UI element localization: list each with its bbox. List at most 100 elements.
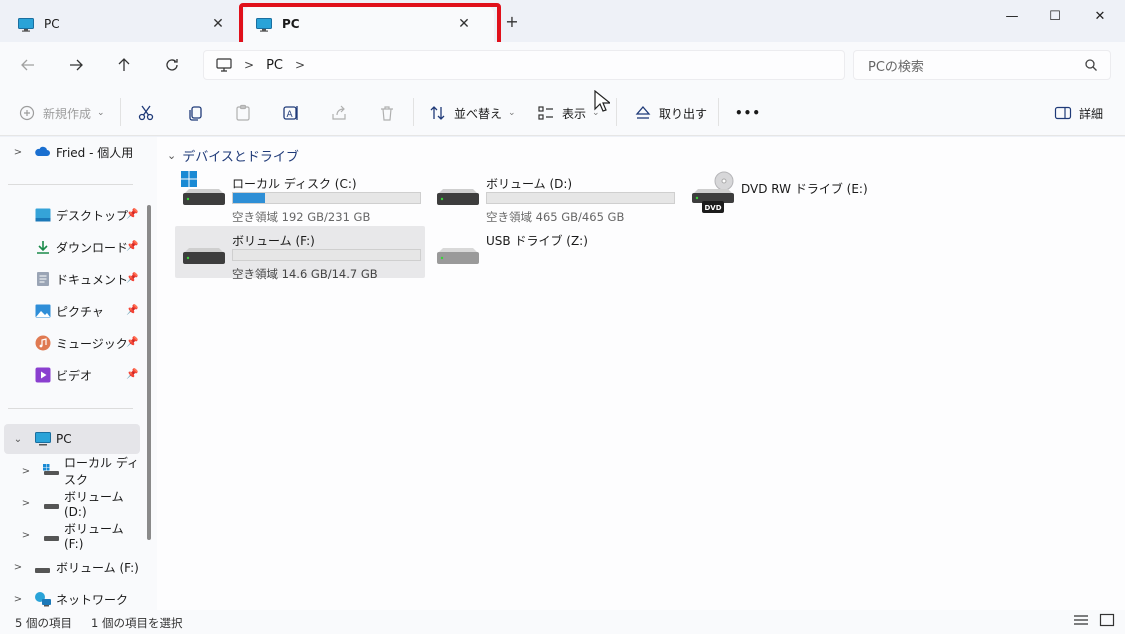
pin-icon[interactable]: 📌 — [126, 209, 138, 221]
desktop-icon — [35, 208, 51, 222]
forward-button[interactable] — [63, 52, 89, 78]
address-bar[interactable]: > PC > — [203, 50, 845, 80]
eject-button[interactable]: 取り出す — [634, 100, 707, 126]
search-input[interactable]: PCの検索 — [853, 50, 1111, 80]
chevron-right-icon[interactable]: > — [20, 466, 32, 477]
trash-icon — [378, 104, 396, 122]
chevron-right-icon[interactable]: > — [295, 58, 305, 72]
drive-c[interactable]: ローカル ディスク (C:) 空き領域 192 GB/231 GB — [175, 169, 425, 224]
close-icon[interactable]: ✕ — [456, 16, 472, 32]
refresh-button[interactable] — [159, 52, 185, 78]
copy-button[interactable] — [186, 100, 211, 126]
navigation-pane: > Fried - 個人用 デスクトップ 📌 ダウンロード 📌 ドキュメント 📌… — [0, 137, 157, 610]
usage-fill — [233, 193, 265, 203]
drive-e-dvd[interactable]: DVD DVD RW ドライブ (E:) — [684, 169, 884, 221]
tab-pc-1[interactable]: PC ✕ — [6, 6, 240, 42]
view-list-icon — [537, 104, 555, 122]
minimize-button[interactable]: — — [989, 2, 1035, 30]
pin-icon[interactable]: 📌 — [126, 241, 138, 253]
arrow-up-icon — [118, 58, 130, 71]
sidebar-item-desktop[interactable]: デスクトップ 📌 — [0, 200, 145, 230]
drive-f[interactable]: ボリューム (F:) 空き領域 14.6 GB/14.7 GB — [175, 226, 425, 281]
details-view-toggle[interactable] — [1073, 613, 1089, 630]
chevron-down-icon: ⌄ — [508, 108, 516, 118]
network-icon — [34, 591, 51, 607]
drive-d[interactable]: ボリューム (D:) 空き領域 465 GB/465 GB — [429, 169, 679, 224]
music-icon — [35, 335, 51, 351]
sidebar-item-documents[interactable]: ドキュメント 📌 — [0, 264, 145, 294]
divider — [413, 98, 414, 126]
new-button[interactable]: 新規作成 ⌄ — [18, 100, 105, 126]
cloud-icon — [34, 145, 50, 159]
new-tab-button[interactable]: + — [503, 13, 521, 31]
tab-pc-2[interactable]: PC ✕ — [244, 6, 494, 42]
chevron-right-icon[interactable]: > — [244, 58, 254, 72]
dvd-drive-icon: DVD — [690, 171, 734, 217]
sidebar-item-volume-f[interactable]: > ボリューム (F:) — [0, 520, 145, 551]
sidebar-item-downloads[interactable]: ダウンロード 📌 — [0, 232, 145, 262]
search-icon — [1085, 59, 1097, 71]
paste-button[interactable] — [234, 100, 259, 126]
computer-icon — [256, 17, 272, 32]
close-icon[interactable]: ✕ — [210, 16, 226, 32]
close-window-button[interactable]: ✕ — [1077, 2, 1123, 30]
video-icon — [35, 367, 51, 383]
chevron-right-icon[interactable]: > — [12, 147, 24, 158]
status-bar: 5 個の項目 1 個の項目を選択 — [0, 610, 1125, 634]
breadcrumb-pc[interactable]: PC — [266, 58, 283, 73]
sidebar-scrollbar[interactable] — [147, 205, 151, 540]
cut-button[interactable] — [137, 100, 162, 126]
chevron-right-icon[interactable]: > — [20, 530, 32, 541]
sidebar-item-onedrive[interactable]: > Fried - 個人用 — [0, 137, 145, 167]
up-button[interactable] — [111, 52, 137, 78]
pin-icon[interactable]: 📌 — [126, 273, 138, 285]
drive-z-usb[interactable]: USB ドライブ (Z:) — [429, 226, 679, 278]
drive-icon — [44, 531, 60, 545]
sidebar-item-pictures[interactable]: ピクチャ 📌 — [0, 296, 145, 326]
svg-text:A: A — [287, 110, 294, 120]
back-button[interactable] — [15, 52, 41, 78]
share-button[interactable] — [330, 100, 355, 126]
computer-icon — [35, 432, 51, 446]
sidebar-item-music[interactable]: ミュージック 📌 — [0, 328, 145, 358]
tiles-view-toggle[interactable] — [1099, 613, 1115, 630]
windows-drive-icon — [181, 171, 225, 211]
refresh-icon — [166, 59, 178, 71]
maximize-button[interactable]: ☐ — [1032, 2, 1078, 30]
delete-button[interactable] — [378, 100, 403, 126]
pin-icon[interactable]: 📌 — [126, 337, 138, 349]
arrow-right-icon — [70, 59, 83, 71]
drive-icon — [44, 499, 60, 513]
pin-icon[interactable]: 📌 — [126, 369, 138, 381]
chevron-down-icon[interactable]: ⌄ — [12, 434, 24, 445]
sidebar-item-local-disk[interactable]: > ローカル ディスク — [0, 456, 145, 487]
rename-button[interactable]: A — [282, 100, 307, 126]
search-placeholder: PCの検索 — [868, 59, 924, 75]
divider — [8, 184, 133, 185]
details-pane-icon — [1054, 104, 1072, 122]
computer-icon — [18, 17, 34, 32]
sidebar-item-volume-d[interactable]: > ボリューム (D:) — [0, 488, 145, 519]
sidebar-item-volume-f-root[interactable]: > ボリューム (F:) — [0, 552, 145, 582]
svg-text:DVD: DVD — [704, 204, 721, 212]
plus-circle-icon — [18, 104, 36, 122]
view-button[interactable]: 表示 ⌄ — [537, 100, 600, 126]
pin-icon[interactable]: 📌 — [126, 305, 138, 317]
chevron-right-icon[interactable]: > — [12, 594, 24, 605]
sort-button[interactable]: 並べ替え ⌄ — [429, 100, 516, 126]
chevron-right-icon[interactable]: > — [20, 498, 32, 509]
group-header-devices[interactable]: ⌄ デバイスとドライブ — [167, 146, 299, 165]
chevron-right-icon[interactable]: > — [12, 562, 24, 573]
sort-icon — [429, 104, 447, 122]
details-button[interactable]: 詳細 — [1054, 100, 1103, 126]
sidebar-item-videos[interactable]: ビデオ 📌 — [0, 360, 145, 390]
arrow-left-icon — [21, 59, 34, 71]
chevron-down-icon[interactable]: ⌄ — [167, 149, 176, 162]
rename-icon: A — [282, 104, 300, 122]
sidebar-item-pc[interactable]: ⌄ PC — [4, 424, 140, 454]
document-icon — [36, 271, 52, 286]
selection-count: 1 個の項目を選択 — [91, 616, 183, 630]
command-bar: 新規作成 ⌄ A 並べ替え ⌄ 表示 ⌄ 取り出す ••• 詳細 — [0, 88, 1125, 136]
more-options-button[interactable]: ••• — [735, 100, 761, 126]
item-count: 5 個の項目 — [15, 616, 72, 630]
